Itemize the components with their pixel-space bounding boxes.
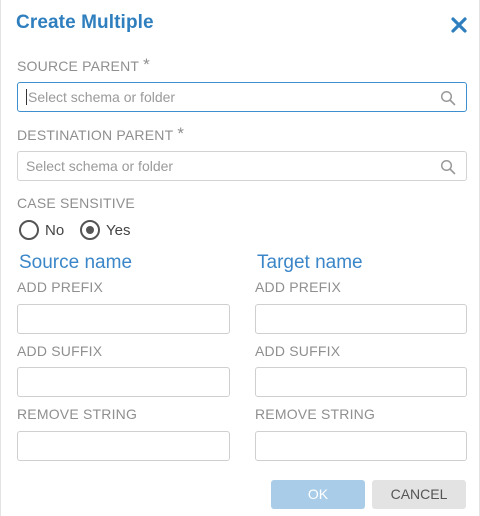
target-remove-string-input[interactable]	[255, 431, 467, 461]
source-remove-string-label: REMOVE STRING	[17, 406, 138, 422]
required-mark: *	[177, 124, 185, 143]
search-icon[interactable]	[440, 90, 456, 106]
source-add-suffix-input[interactable]	[17, 367, 230, 397]
radio-label-yes: Yes	[106, 221, 131, 239]
destination-parent-search	[17, 151, 467, 181]
source-remove-string-input[interactable]	[17, 431, 230, 461]
destination-parent-label: DESTINATION PARENT *	[17, 124, 185, 143]
dialog-title: Create Multiple	[16, 12, 154, 33]
case-sensitive-yes-radio[interactable]: Yes	[80, 220, 130, 240]
source-add-prefix-input[interactable]	[17, 304, 230, 334]
radio-unchecked-icon	[19, 220, 39, 240]
source-add-prefix-label: ADD PREFIX	[17, 279, 104, 295]
radio-checked-icon	[80, 220, 100, 240]
target-add-prefix-label: ADD PREFIX	[255, 279, 342, 295]
case-sensitive-label: CASE SENSITIVE	[17, 195, 135, 211]
source-parent-input[interactable]	[26, 89, 436, 105]
source-name-heading: Source name	[19, 252, 133, 273]
radio-label-no: No	[45, 221, 65, 239]
case-sensitive-no-radio[interactable]: No	[19, 220, 64, 240]
destination-parent-input[interactable]	[18, 152, 428, 180]
source-parent-label: SOURCE PARENT *	[17, 55, 150, 74]
cancel-button[interactable]: CANCEL	[372, 480, 466, 509]
required-mark: *	[143, 55, 150, 74]
target-name-heading: Target name	[257, 252, 363, 273]
ok-button[interactable]: OK	[271, 480, 365, 509]
target-add-suffix-label: ADD SUFFIX	[255, 343, 341, 359]
create-multiple-dialog: Create Multiple SOURCE PARENT* DESTINATI…	[0, 0, 480, 516]
target-add-suffix-input[interactable]	[255, 367, 467, 397]
search-icon[interactable]	[440, 159, 456, 175]
target-remove-string-label: REMOVE STRING	[255, 406, 376, 422]
source-parent-search	[17, 82, 467, 112]
source-add-suffix-label: ADD SUFFIX	[17, 343, 103, 359]
close-icon[interactable]	[448, 14, 470, 36]
target-add-prefix-input[interactable]	[255, 304, 467, 334]
